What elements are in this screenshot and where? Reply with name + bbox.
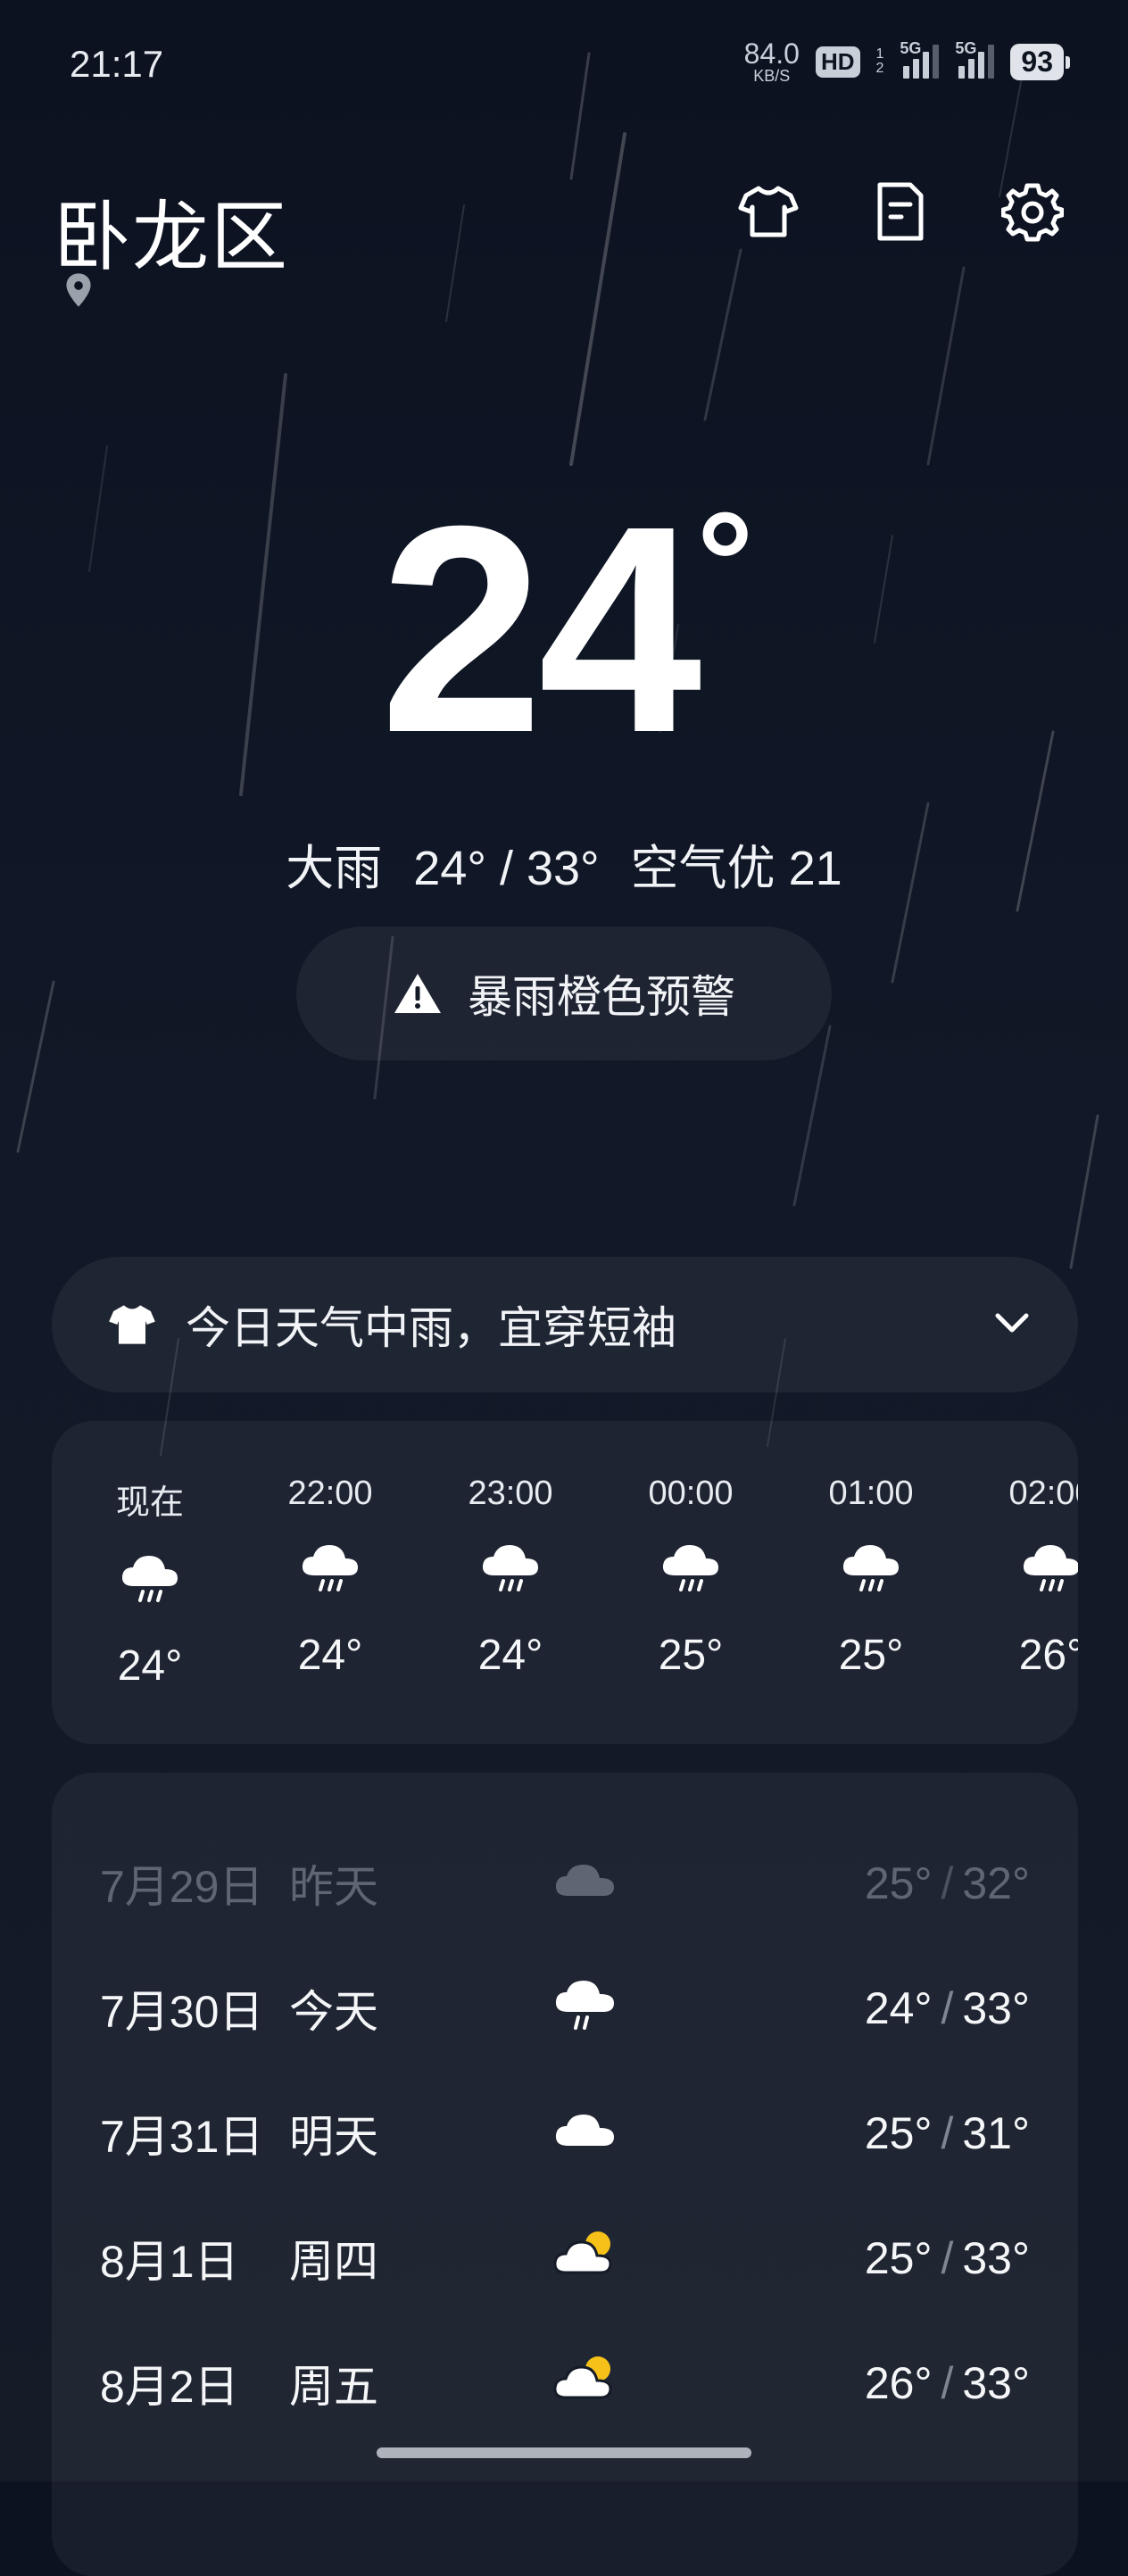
current-temperature-value: 24	[379, 464, 701, 794]
daily-weekday: 周四	[289, 2237, 378, 2287]
daily-temp-range: 25°/32°	[864, 1858, 1030, 1908]
hourly-item: 00:00 25°	[637, 1475, 744, 1680]
location-pin-icon	[62, 272, 95, 312]
sim2-type: 5G	[955, 39, 977, 57]
daily-temp-range: 25°/31°	[864, 2108, 1030, 2158]
hourly-temp: 25°	[838, 1632, 904, 1679]
cloud-icon	[555, 1865, 614, 1896]
daily-temp-range: 24°/33°	[864, 1983, 1030, 2033]
hourly-time: 22:00	[287, 1475, 373, 1512]
rain-icon	[457, 1540, 564, 1608]
hourly-time: 23:00	[468, 1475, 553, 1512]
tshirt-icon	[109, 1305, 155, 1344]
daily-low: 25°	[864, 1858, 933, 1908]
header-actions	[735, 179, 1066, 245]
signal-sim2-icon: 5G	[955, 39, 995, 79]
battery-level: 93	[1010, 43, 1070, 80]
temperature-range: 24° / 33°	[413, 842, 600, 895]
hourly-time: 01:00	[828, 1475, 914, 1512]
hourly-item: 22:00 24°	[277, 1475, 384, 1680]
hourly-time: 00:00	[648, 1475, 734, 1512]
daily-low: 25°	[864, 2233, 933, 2283]
rain-icon	[817, 1540, 925, 1608]
network-speed-value: 84.0	[743, 37, 800, 70]
hd-sub-1: 1	[875, 46, 884, 62]
hd-voice-sub: 1 2	[876, 47, 884, 76]
network-speed: 84.0 KB/S	[744, 39, 800, 84]
daily-date: 7月31日	[100, 2112, 264, 2162]
hourly-time: 现在	[115, 1484, 184, 1522]
city-name[interactable]: 卧龙区	[54, 174, 289, 286]
hourly-temp: 24°	[117, 1642, 183, 1690]
daily-high: 33°	[962, 2233, 1030, 2283]
daily-date: 7月30日	[100, 1987, 264, 2037]
status-indicators: 84.0 KB/S HD 1 2 5G 5G 93	[744, 39, 1070, 84]
home-indicator[interactable]	[377, 2447, 751, 2458]
hourly-item: 01:00 25°	[817, 1475, 925, 1680]
cloud-icon	[555, 2115, 614, 2146]
air-quality[interactable]: 空气优 21	[631, 842, 842, 895]
daily-high: 33°	[962, 2358, 1030, 2408]
hourly-item: 02:00 26°	[998, 1475, 1078, 1680]
daily-row[interactable]: 8月2日 周五 26°/33°	[52, 2339, 1078, 2428]
current-temperature: 24°	[0, 482, 1128, 777]
status-bar: 21:17 84.0 KB/S HD 1 2 5G 5G 93	[0, 0, 1128, 134]
hourly-temp: 26°	[1018, 1632, 1078, 1679]
degree-symbol: °	[696, 482, 754, 642]
hd-sub-2: 2	[875, 61, 884, 76]
weather-condition: 大雨	[286, 842, 383, 895]
daily-weekday: 明天	[289, 2112, 378, 2162]
partly-cloudy-icon	[553, 2356, 612, 2399]
daily-low: 26°	[864, 2358, 933, 2408]
rain-icon	[555, 1981, 614, 2030]
weather-alert-button[interactable]: 暴雨橙色预警	[296, 927, 832, 1060]
rain-icon	[96, 1550, 203, 1618]
hourly-temp: 24°	[297, 1632, 363, 1679]
daily-date: 8月2日	[100, 2362, 239, 2412]
rain-icon	[637, 1540, 744, 1608]
clothing-suggestion-card[interactable]: 今日天气中雨，宜穿短袖	[52, 1257, 1078, 1392]
sim1-type: 5G	[900, 39, 922, 57]
daily-low: 24°	[864, 1983, 933, 2033]
gear-icon[interactable]	[999, 179, 1066, 245]
rain-icon	[998, 1540, 1078, 1608]
daily-row[interactable]: 7月30日 今天 24°/33°	[52, 1964, 1078, 2053]
daily-high: 32°	[962, 1858, 1030, 1908]
network-speed-unit: KB/S	[753, 67, 791, 85]
daily-temp-range: 26°/33°	[864, 2358, 1030, 2408]
warning-icon	[394, 974, 441, 1013]
hourly-temp: 25°	[658, 1632, 724, 1679]
daily-row[interactable]: 7月31日 明天 25°/31°	[52, 2089, 1078, 2178]
daily-row[interactable]: 8月1日 周四 25°/33°	[52, 2214, 1078, 2303]
hourly-item: 现在 24°	[96, 1475, 203, 1691]
weather-alert-text: 暴雨橙色预警	[468, 972, 735, 1022]
daily-weekday: 周五	[289, 2362, 378, 2412]
daily-weekday: 昨天	[289, 1862, 378, 1912]
daily-temp-range: 25°/33°	[864, 2233, 1030, 2283]
clothing-suggestion-text: 今日天气中雨，宜穿短袖	[186, 1303, 676, 1353]
hourly-temp: 24°	[477, 1632, 543, 1679]
daily-high: 33°	[962, 1983, 1030, 2033]
weather-summary: 大雨 24° / 33° 空气优 21	[0, 828, 1128, 899]
hourly-time: 02:00	[1008, 1475, 1078, 1512]
daily-weekday: 今天	[289, 1987, 378, 2037]
hd-voice-icon: HD	[815, 46, 860, 78]
hourly-forecast[interactable]: 现在 24° 22:00 24° 23:00 24° 00:00 25° 01:…	[52, 1421, 1078, 1744]
chevron-down-icon[interactable]	[992, 1303, 1032, 1342]
news-icon[interactable]	[867, 179, 933, 245]
hourly-item: 23:00 24°	[457, 1475, 564, 1680]
daily-high: 31°	[962, 2108, 1030, 2158]
tshirt-icon[interactable]	[735, 179, 801, 245]
status-time: 21:17	[70, 43, 164, 85]
daily-row[interactable]: 7月29日 昨天 25°/32°	[52, 1839, 1078, 1928]
partly-cloudy-icon	[553, 2231, 612, 2274]
daily-date: 8月1日	[100, 2237, 239, 2287]
rain-icon	[277, 1540, 384, 1608]
daily-low: 25°	[864, 2108, 933, 2158]
signal-sim1-icon: 5G	[900, 39, 940, 79]
daily-date: 7月29日	[100, 1862, 264, 1912]
